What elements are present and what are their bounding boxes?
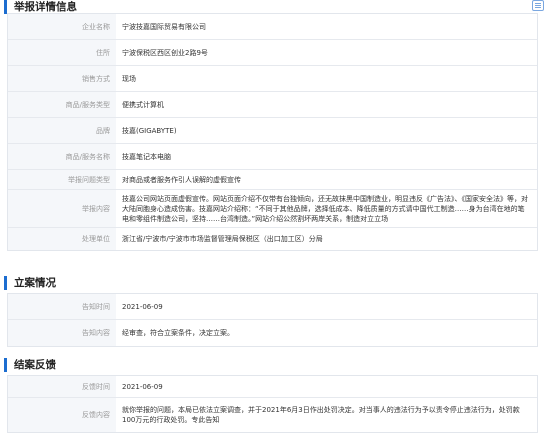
field-value: 2021-06-09 (122, 382, 163, 391)
closing-row: 反馈内容 就你举报的问题，本局已依法立案调查，并于2021年6月3日作出处罚决定… (8, 398, 537, 432)
field-label: 企业名称 (8, 14, 116, 39)
field-value: 经审查，符合立案条件，决定立案。 (122, 329, 234, 337)
detail-row: 商品/服务名称 技嘉笔记本电脑 (8, 144, 537, 170)
field-value: 宁波技嘉国际贸易有限公司 (122, 22, 206, 31)
document-icon[interactable] (532, 0, 544, 11)
field-label: 住所 (8, 40, 116, 65)
filing-panel: 告知时间 2021-06-09 告知内容 经审查，符合立案条件，决定立案。 (7, 293, 538, 347)
field-value: 宁波保税区西区创业2路9号 (122, 48, 208, 57)
detail-row: 住所 宁波保税区西区创业2路9号 (8, 40, 537, 66)
field-label: 告知内容 (8, 320, 116, 346)
detail-row: 品牌 技嘉(GIGABYTE) (8, 118, 537, 144)
detail-row: 举报问题类型 对商品或者服务作引人误解的虚假宣传 (8, 170, 537, 190)
section-title-report-details: 举报详情信息 (4, 0, 77, 14)
field-label: 处理单位 (8, 228, 116, 250)
detail-row: 处理单位 浙江省/宁波市/宁波市市场监督管理局保税区（出口加工区）分局 (8, 228, 537, 250)
field-value: 技嘉(GIGABYTE) (122, 126, 177, 135)
field-value: 浙江省/宁波市/宁波市市场监督管理局保税区（出口加工区）分局 (122, 235, 323, 243)
field-label: 销售方式 (8, 66, 116, 91)
detail-row: 销售方式 现场 (8, 66, 537, 92)
field-label: 反馈时间 (8, 376, 116, 397)
field-value: 技嘉公司网站页面虚假宣传。网站页面介绍不仅带有台独倾向，还无故抹黑中国制造业，明… (122, 194, 528, 223)
field-value: 就你举报的问题，本局已依法立案调查，并于2021年6月3日作出处罚决定。对当事人… (122, 406, 520, 424)
field-label: 品牌 (8, 118, 116, 143)
closing-row: 反馈时间 2021-06-09 (8, 376, 537, 398)
field-label: 商品/服务类型 (8, 92, 116, 117)
field-label: 告知时间 (8, 294, 116, 319)
field-value: 便携式计算机 (122, 100, 164, 109)
detail-row: 企业名称 宁波技嘉国际贸易有限公司 (8, 14, 537, 40)
field-label: 举报问题类型 (8, 170, 116, 189)
field-value: 2021-06-09 (122, 302, 163, 311)
section-title-filing: 立案情况 (4, 276, 56, 290)
report-details-panel: 企业名称 宁波技嘉国际贸易有限公司 住所 宁波保税区西区创业2路9号 销售方式 … (7, 13, 538, 251)
field-value: 现场 (122, 74, 136, 83)
detail-row: 举报内容 技嘉公司网站页面虚假宣传。网站页面介绍不仅带有台独倾向，还无故抹黑中国… (8, 190, 537, 228)
detail-row: 商品/服务类型 便携式计算机 (8, 92, 537, 118)
field-label: 商品/服务名称 (8, 144, 116, 169)
field-value: 对商品或者服务作引人误解的虚假宣传 (122, 175, 241, 184)
filing-row: 告知内容 经审查，符合立案条件，决定立案。 (8, 320, 537, 346)
closing-panel: 反馈时间 2021-06-09 反馈内容 就你举报的问题，本局已依法立案调查，并… (7, 375, 538, 433)
field-label: 反馈内容 (8, 398, 116, 432)
field-value: 技嘉笔记本电脑 (122, 152, 171, 161)
section-title-closing: 结案反馈 (4, 358, 56, 372)
field-label: 举报内容 (8, 190, 116, 227)
filing-row: 告知时间 2021-06-09 (8, 294, 537, 320)
